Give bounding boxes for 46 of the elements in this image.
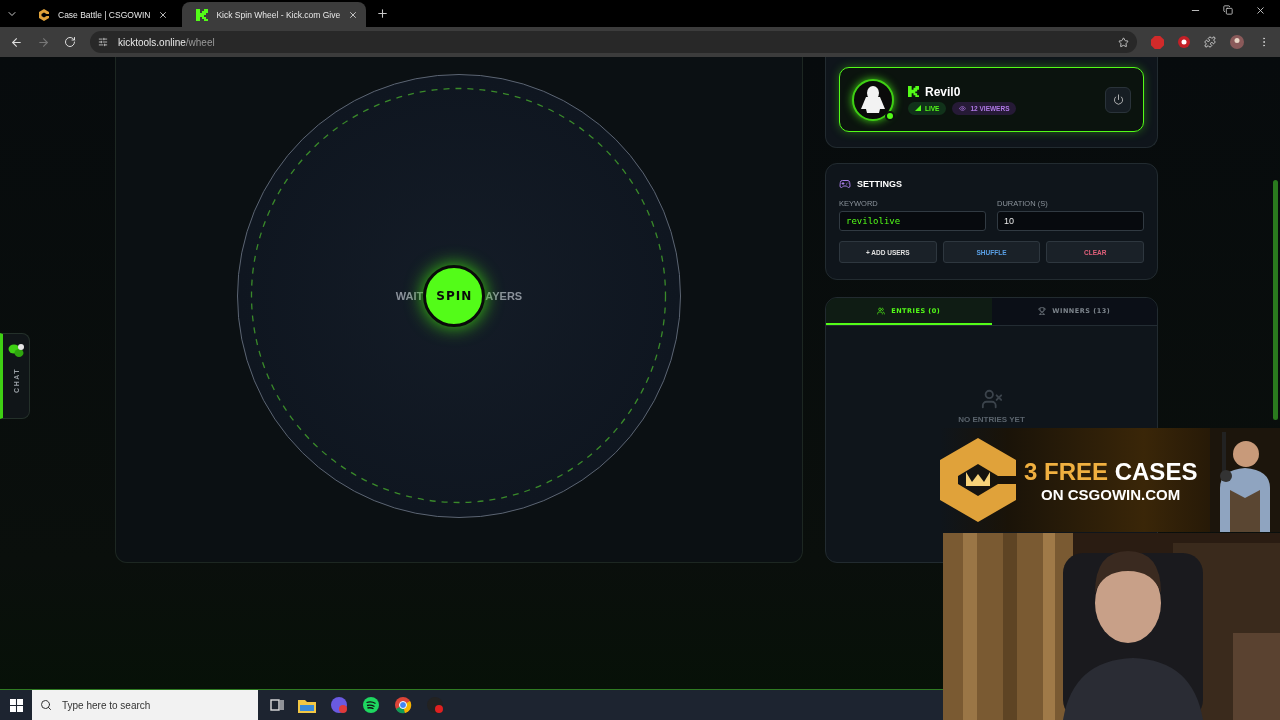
- browser-tab[interactable]: Case Battle | CSGOWIN: [24, 2, 177, 27]
- promo-headline: 3 FREE CASES: [1024, 457, 1198, 486]
- reload-icon[interactable]: [64, 36, 76, 48]
- back-icon[interactable]: [10, 35, 23, 49]
- extensions-icon[interactable]: [1204, 36, 1216, 48]
- restore-icon[interactable]: [1223, 5, 1233, 15]
- close-icon[interactable]: [1255, 5, 1266, 16]
- kick-logo-icon: [908, 86, 919, 97]
- taskbar-search-field[interactable]: Type here to search: [32, 690, 258, 720]
- scrollbar[interactable]: [1273, 180, 1278, 420]
- avatar-icon[interactable]: [1230, 35, 1244, 49]
- record-app-icon[interactable]: [426, 696, 444, 714]
- keyword-field[interactable]: revilolive: [839, 211, 986, 231]
- task-view-icon[interactable]: [270, 698, 284, 712]
- chat-bubbles-icon: [8, 344, 24, 358]
- close-icon[interactable]: [158, 9, 169, 20]
- new-tab-icon[interactable]: [376, 7, 390, 20]
- game-app-icon[interactable]: [330, 696, 348, 714]
- trophy-icon: [1038, 306, 1047, 315]
- promo-subline: ON CSGOWIN.COM: [1041, 485, 1181, 503]
- address-bar[interactable]: kicktools.online/wheel: [90, 31, 1137, 53]
- penguin-icon: [860, 84, 886, 115]
- search-icon: [40, 699, 52, 711]
- url-text: kicktools.online/wheel: [118, 36, 215, 48]
- spin-button[interactable]: SPIN: [423, 265, 486, 327]
- c-logo-icon: [940, 438, 1016, 522]
- site-info-icon[interactable]: [98, 37, 108, 47]
- gamepad-icon: [839, 178, 851, 190]
- no-user-icon: [980, 388, 1003, 410]
- duration-field[interactable]: 10: [997, 211, 1144, 231]
- folder-icon[interactable]: [298, 697, 316, 713]
- close-icon[interactable]: [348, 9, 359, 20]
- browser-tab[interactable]: Kick Spin Wheel - Kick.com Give: [182, 2, 367, 27]
- music-app-icon[interactable]: [362, 696, 380, 714]
- record-icon[interactable]: [1178, 36, 1190, 48]
- browser-app-icon[interactable]: [394, 696, 412, 714]
- settings-title: SETTINGS: [857, 179, 902, 189]
- empty-message: NO ENTRIES YET: [958, 415, 1025, 424]
- users-icon: [877, 306, 886, 315]
- username: Revil0: [925, 84, 961, 99]
- power-button[interactable]: [1105, 86, 1131, 113]
- bookmark-icon[interactable]: [1118, 36, 1129, 48]
- kick-logo-icon: [196, 8, 209, 21]
- power-icon: [1112, 94, 1124, 105]
- c-logo-icon: [38, 8, 50, 21]
- forward-icon[interactable]: [37, 35, 50, 49]
